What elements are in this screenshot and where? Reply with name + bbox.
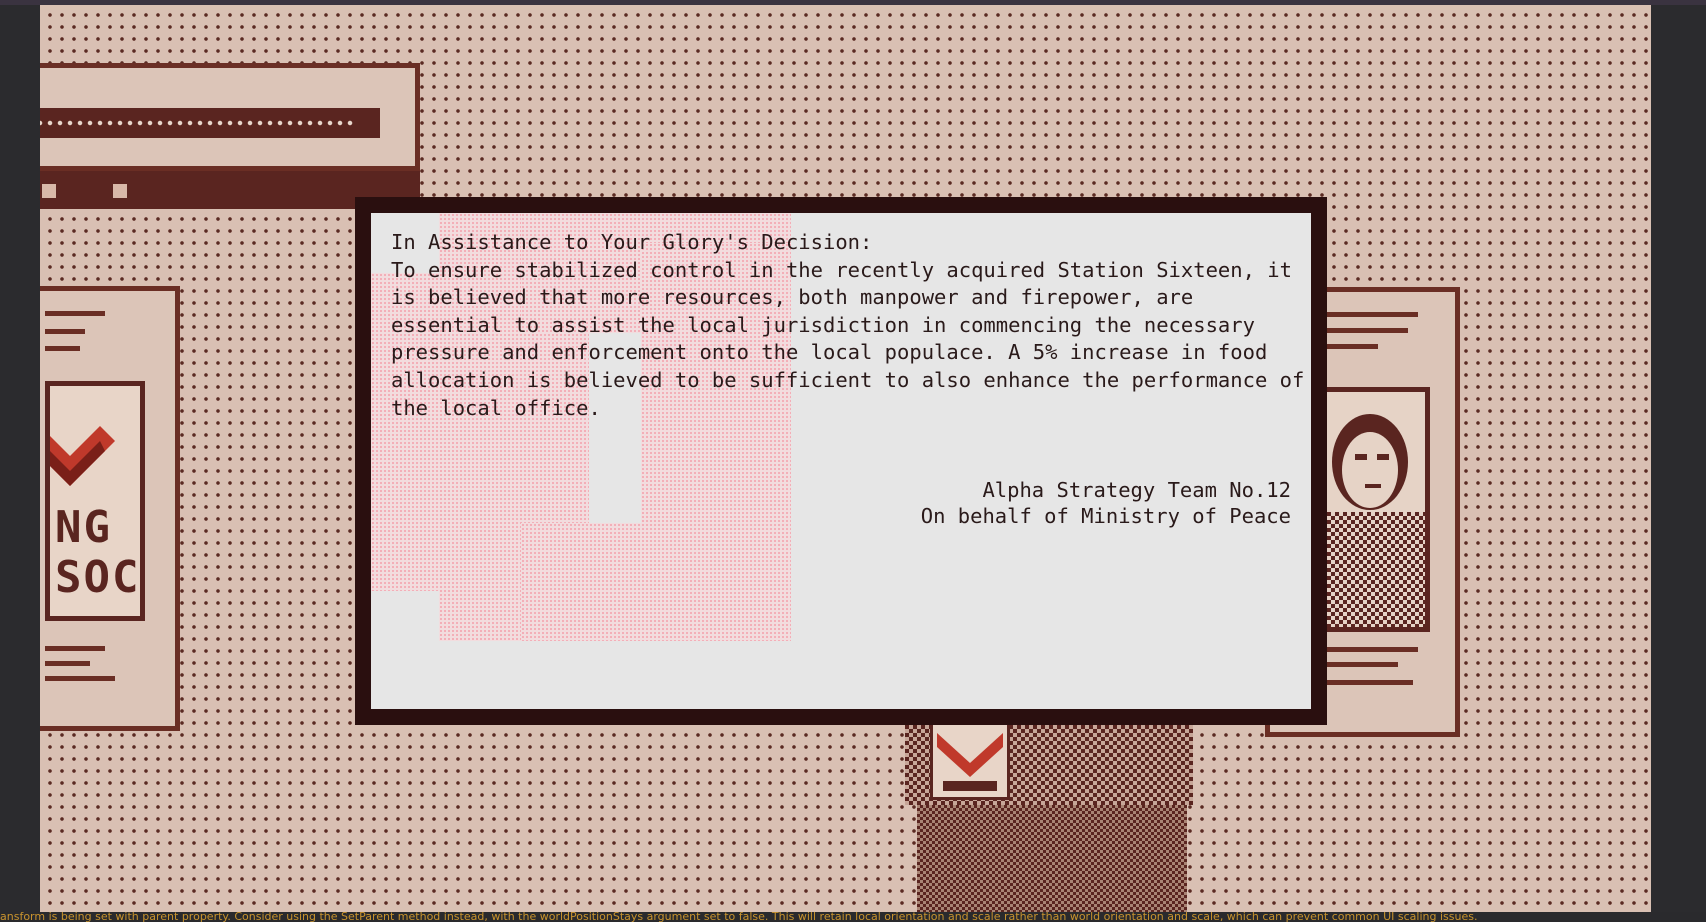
signature-ministry: On behalf of Ministry of Peace <box>920 504 1291 528</box>
console-log-bar: ansform is being set with parent propert… <box>0 912 1706 922</box>
progress-dots <box>40 120 355 126</box>
right-letterbox <box>1651 5 1706 912</box>
chevron-emblem-icon <box>50 426 115 486</box>
terminal-progress-bar <box>40 108 380 138</box>
dialog-body: To ensure stabilized control in the rece… <box>391 257 1317 420</box>
dialog-heading: In Assistance to Your Glory's Decision: <box>391 230 873 254</box>
officer-figure <box>905 705 1193 912</box>
figure-body <box>917 805 1187 912</box>
dialog-signature: Alpha Strategy Team No.12 On behalf of M… <box>921 477 1291 529</box>
console-message: ansform is being set with parent propert… <box>0 912 1478 922</box>
signature-team: Alpha Strategy Team No.12 <box>982 478 1291 502</box>
game-scene: NG SOC In Assistance to Your Glory's Dec… <box>40 5 1651 912</box>
dialog-stain-5 <box>521 523 791 641</box>
left-letterbox <box>0 5 40 912</box>
poster-left-text-1: NG <box>55 502 112 553</box>
chevron-badge-icon <box>937 733 1003 791</box>
decision-dialog[interactable]: In Assistance to Your Glory's Decision: T… <box>355 197 1327 725</box>
poster-left-text-2: SOC <box>55 552 141 603</box>
dialog-message: In Assistance to Your Glory's Decision: T… <box>391 229 1311 422</box>
terminal-button-2[interactable] <box>113 184 127 198</box>
poster-left-emblem: NG SOC <box>45 381 145 621</box>
figure-badge <box>930 720 1010 800</box>
terminal-button-1[interactable] <box>42 184 56 198</box>
propaganda-poster-left: NG SOC <box>40 286 180 731</box>
terminal-panel <box>40 63 420 171</box>
